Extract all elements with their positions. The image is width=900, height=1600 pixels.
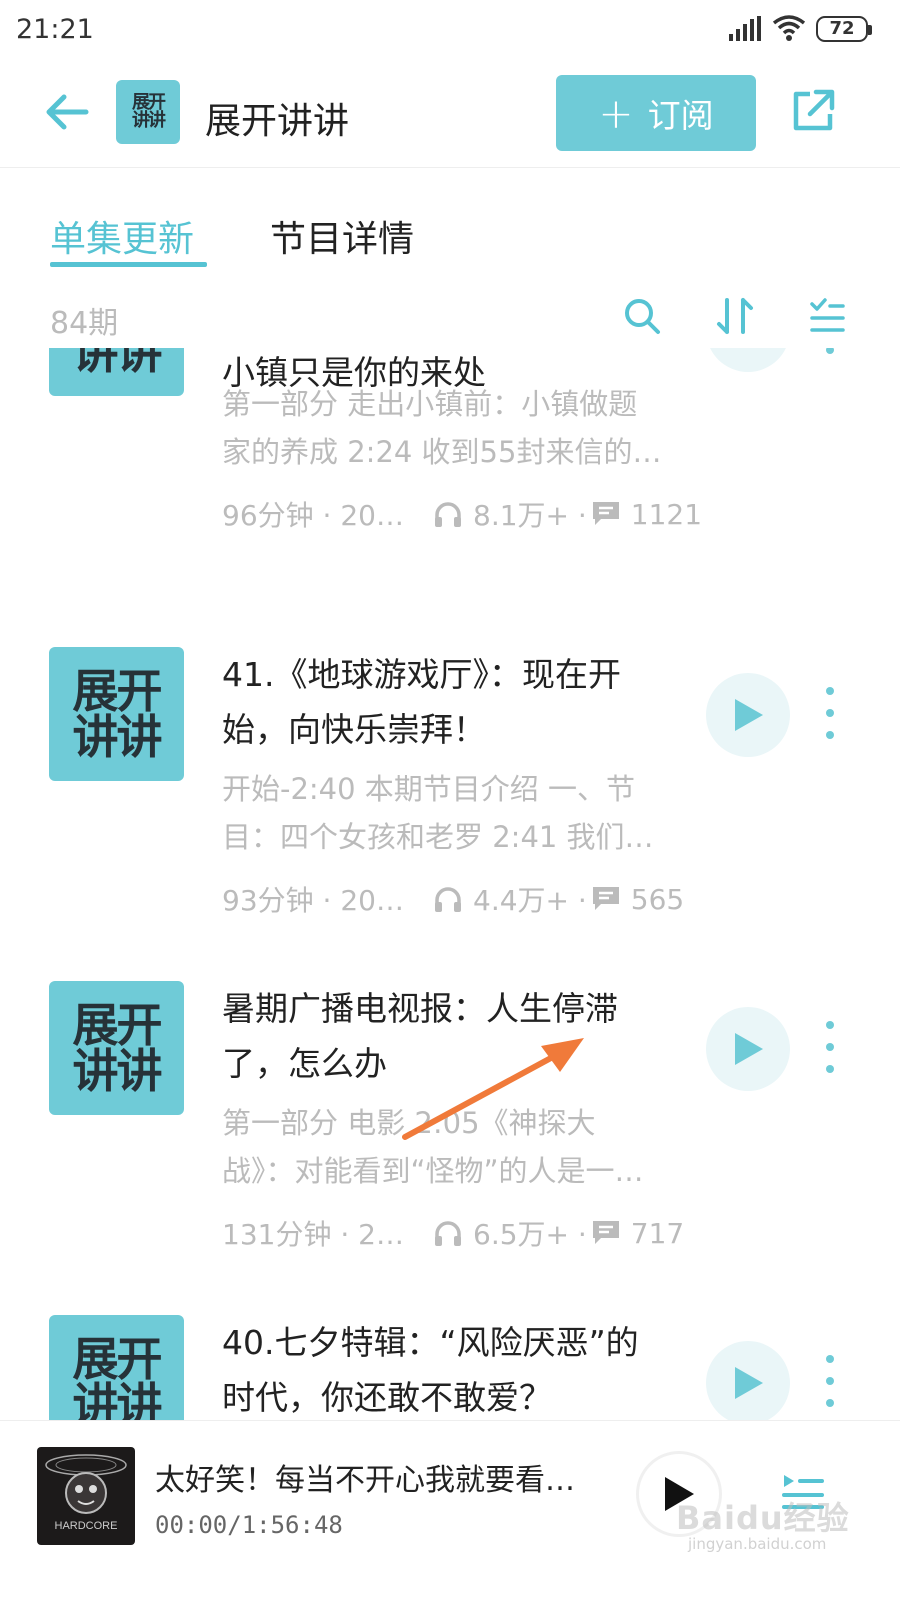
episode-item[interactable]: 展开 讲讲 暑期广播电视报：人生停滞 了，怎么办 第一部分 电影 2:05《神探… bbox=[0, 981, 900, 1315]
episode-title-line: 了，怎么办 bbox=[222, 1044, 387, 1083]
more-options-icon[interactable] bbox=[816, 348, 844, 360]
now-playing-cover: HARDCORE bbox=[37, 1447, 135, 1545]
episode-list: 展开 讲讲 小镇只是你的来处 第一部分 走出小镇前：小镇做题 家的养成 2:24… bbox=[0, 348, 900, 1420]
header-bar: 展开 讲讲 展开讲讲 + 订阅 bbox=[0, 64, 900, 168]
episode-meta: 131分钟 · 202… 6.5万+ · 717 bbox=[222, 1213, 684, 1253]
logo-text-line1: 展开 bbox=[72, 1332, 163, 1386]
episode-desc-line: 第一部分 走出小镇前：小镇做题 bbox=[222, 387, 638, 421]
episode-title: 暑期广播电视报：人生停滞 了，怎么办 bbox=[222, 981, 662, 1091]
episode-desc-line: 目：四个女孩和老罗 2:41 我们… bbox=[222, 820, 654, 854]
battery-indicator: 72 bbox=[816, 16, 872, 42]
logo-text-line2: 讲讲 bbox=[72, 348, 163, 379]
episode-description: 开始-2:40 本期节目介绍 一、节 目：四个女孩和老罗 2:41 我们… bbox=[222, 765, 677, 861]
active-tab-indicator bbox=[50, 262, 207, 267]
back-arrow-icon[interactable] bbox=[44, 90, 90, 134]
more-options-icon[interactable] bbox=[816, 1015, 844, 1079]
batch-select-icon[interactable] bbox=[808, 296, 846, 336]
logo-text-line2: 讲讲 bbox=[72, 1378, 163, 1420]
episode-duration-date: 131分钟 · 202… bbox=[222, 1218, 407, 1251]
plus-icon: + bbox=[598, 88, 634, 138]
now-playing-time: 00:00/1:56:48 bbox=[155, 1511, 343, 1539]
episode-title: 41.《地球游戏厅》：现在开 始，向快乐崇拜！ bbox=[222, 647, 662, 757]
headphones-icon bbox=[435, 887, 461, 912]
episode-desc-line: 战》：对能看到“怪物”的人是一… bbox=[222, 1154, 644, 1188]
logo-text-line2: 讲讲 bbox=[132, 110, 166, 131]
status-time: 21:21 bbox=[16, 14, 94, 45]
logo-text-line1: 展开 bbox=[72, 998, 163, 1052]
logo-text-line2: 讲讲 bbox=[72, 710, 163, 764]
episode-title-line: 41.《地球游戏厅》：现在开 bbox=[222, 655, 621, 694]
episode-play-button[interactable] bbox=[706, 1007, 790, 1091]
logo-text-line2: 讲讲 bbox=[72, 1044, 163, 1098]
episode-cover: 展开 讲讲 bbox=[49, 1315, 184, 1420]
wifi-icon bbox=[772, 15, 806, 41]
sort-icon[interactable] bbox=[716, 296, 754, 336]
episode-meta: 93分钟 · 2022… 4.4万+ · 565 bbox=[222, 879, 684, 919]
episode-title-line: 时代，你还敢不敢爱？ bbox=[222, 1378, 552, 1417]
tab-episodes[interactable]: 单集更新 bbox=[50, 210, 194, 262]
episode-desc-line: 家的养成 2:24 收到55封来信的… bbox=[222, 435, 662, 469]
tab-bar: 单集更新 节目详情 bbox=[0, 200, 900, 270]
episode-title-line: 暑期广播电视报：人生停滞 bbox=[222, 989, 618, 1028]
episode-title: 40.七夕特辑：“风险厌恶”的 时代，你还敢不敢爱？ bbox=[222, 1315, 662, 1420]
episode-item[interactable]: 展开 讲讲 小镇只是你的来处 第一部分 走出小镇前：小镇做题 家的养成 2:24… bbox=[0, 348, 900, 596]
subscribe-button[interactable]: + 订阅 bbox=[556, 75, 756, 151]
episode-desc-line: 第一部分 电影 2:05《神探大 bbox=[222, 1106, 596, 1140]
watermark-text: Baidu经验 bbox=[676, 1499, 850, 1537]
episode-play-button[interactable] bbox=[706, 1341, 790, 1420]
episode-play-button[interactable] bbox=[706, 673, 790, 757]
comment-icon bbox=[592, 887, 619, 910]
now-playing-title: 太好笑！每当不开心我就要看… bbox=[155, 1463, 575, 1498]
headphones-icon bbox=[435, 502, 461, 527]
comment-icon bbox=[592, 502, 619, 525]
play-icon bbox=[735, 1033, 763, 1065]
episode-comments: 1121 bbox=[630, 497, 703, 531]
comment-icon bbox=[592, 1221, 619, 1244]
tab-details[interactable]: 节目详情 bbox=[270, 210, 414, 262]
episode-cover: 展开 讲讲 bbox=[49, 348, 184, 396]
episode-title-line: 始，向快乐崇拜！ bbox=[222, 710, 486, 749]
episode-duration-date: 93分钟 · 2022… bbox=[222, 884, 407, 917]
episode-cover: 展开 讲讲 bbox=[49, 981, 184, 1115]
episode-comments: 565 bbox=[630, 882, 685, 916]
episode-play-button[interactable] bbox=[706, 348, 790, 372]
search-icon[interactable] bbox=[622, 296, 662, 336]
episode-count: 84期 bbox=[50, 306, 119, 341]
share-icon[interactable] bbox=[790, 88, 836, 134]
signal-icon bbox=[729, 16, 761, 41]
episode-item[interactable]: 展开 讲讲 41.《地球游戏厅》：现在开 始，向快乐崇拜！ 开始-2:40 本期… bbox=[0, 647, 900, 981]
episode-desc-line: 开始-2:40 本期节目介绍 一、节 bbox=[222, 772, 636, 806]
logo-text-line1: 展开 bbox=[72, 664, 163, 718]
episode-title-line: 40.七夕特辑：“风险厌恶”的 bbox=[222, 1323, 639, 1362]
episode-description: 第一部分 走出小镇前：小镇做题 家的养成 2:24 收到55封来信的… bbox=[222, 380, 677, 476]
episode-description: 第一部分 电影 2:05《神探大 战》：对能看到“怪物”的人是一… bbox=[222, 1099, 677, 1195]
episode-plays: 8.1万+ · bbox=[473, 499, 587, 532]
battery-level: 72 bbox=[829, 18, 855, 39]
subscribe-label: 订阅 bbox=[647, 96, 714, 135]
podcast-title: 展开讲讲 bbox=[205, 101, 350, 142]
episode-duration-date: 96分钟 · 202… bbox=[222, 499, 407, 532]
hardcore-cover-art: HARDCORE bbox=[45, 1454, 127, 1532]
list-toolbar: 84期 bbox=[0, 290, 900, 346]
watermark-url: jingyan.baidu.com bbox=[688, 1535, 827, 1553]
play-icon bbox=[735, 699, 763, 731]
episode-plays: 6.5万+ · bbox=[473, 1218, 587, 1251]
more-options-icon[interactable] bbox=[816, 1349, 844, 1413]
status-bar: 21:21 72 bbox=[0, 0, 900, 64]
headphones-icon bbox=[435, 1221, 461, 1246]
more-options-icon[interactable] bbox=[816, 681, 844, 745]
cover-text: HARDCORE bbox=[55, 1520, 118, 1532]
episode-cover: 展开 讲讲 bbox=[49, 647, 184, 781]
episode-plays: 4.4万+ · bbox=[473, 884, 587, 917]
episode-comments: 717 bbox=[630, 1216, 685, 1250]
podcast-logo: 展开 讲讲 bbox=[116, 80, 180, 144]
play-icon bbox=[735, 1367, 763, 1399]
episode-meta: 96分钟 · 202… 8.1万+ · 1121 bbox=[222, 494, 702, 534]
episode-item[interactable]: 展开 讲讲 40.七夕特辑：“风险厌恶”的 时代，你还敢不敢爱？ bbox=[0, 1315, 900, 1420]
